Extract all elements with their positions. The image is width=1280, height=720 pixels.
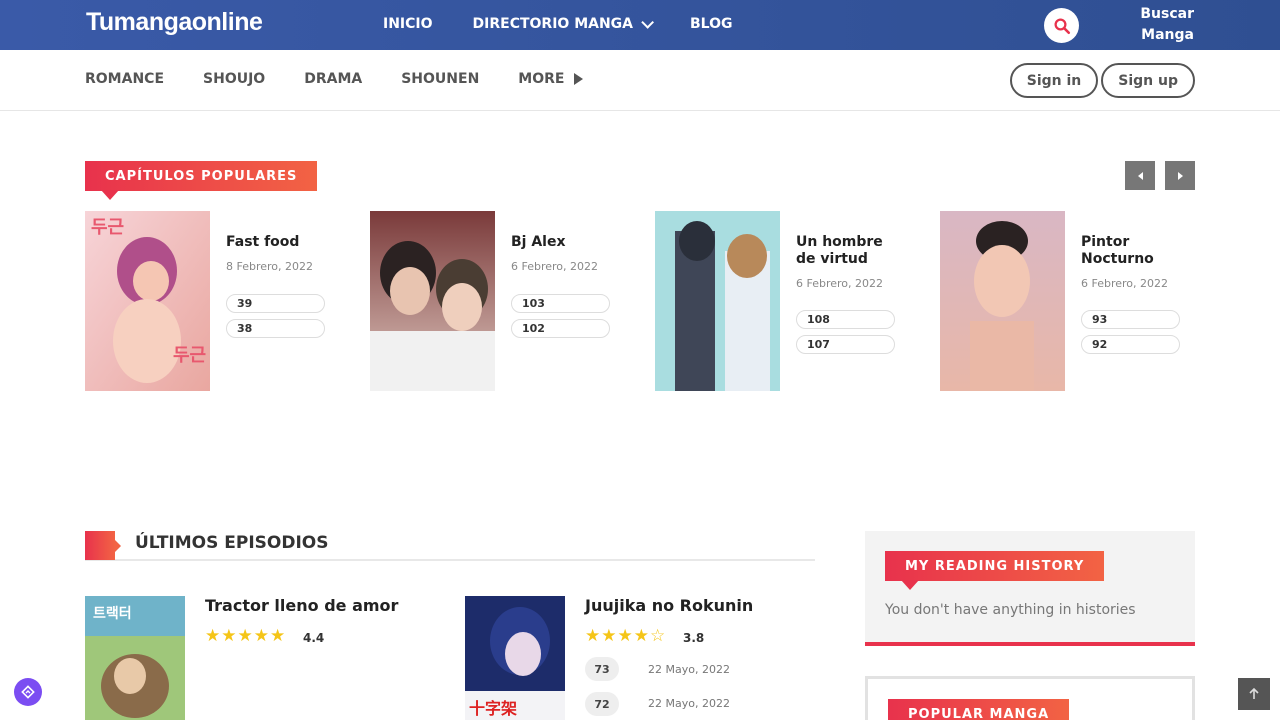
category-shounen[interactable]: SHOUNEN bbox=[401, 71, 479, 87]
chapter-link[interactable]: 38 bbox=[226, 319, 325, 338]
star-rating-icon: ★★★★☆ bbox=[585, 626, 667, 646]
auth-buttons: Sign in Sign up bbox=[1009, 63, 1195, 98]
arrow-left-icon bbox=[1137, 171, 1143, 180]
popular-card: Bj Alex 6 Febrero, 2022 103 102 bbox=[370, 211, 640, 391]
svg-text:트랙터: 트랙터 bbox=[93, 605, 132, 622]
manga-thumbnail[interactable]: 十字架 bbox=[465, 596, 565, 720]
caret-right-icon bbox=[574, 73, 584, 85]
manga-cover[interactable] bbox=[370, 211, 495, 391]
episode-title[interactable]: Juujika no Rokunin bbox=[585, 596, 753, 615]
rating-value: 4.4 bbox=[303, 631, 325, 645]
popular-manga-widget: POPULAR MANGA bbox=[865, 676, 1195, 720]
latest-episodes-heading: ÚLTIMOS EPISODIOS bbox=[135, 533, 329, 553]
manga-date: 6 Febrero, 2022 bbox=[511, 260, 599, 273]
carousel-prev-button[interactable] bbox=[1125, 161, 1155, 190]
svg-text:두근: 두근 bbox=[173, 345, 206, 366]
svg-text:두근: 두근 bbox=[91, 217, 124, 238]
manga-thumbnail[interactable]: 트랙터 bbox=[85, 596, 185, 720]
nav-label: BLOG bbox=[690, 16, 733, 32]
more-label: MORE bbox=[518, 71, 565, 87]
popular-chapters-heading: CAPÍTULOS POPULARES bbox=[85, 161, 318, 200]
category-bar: ROMANCE SHOUJO DRAMA SHOUNEN MORE Sign i… bbox=[0, 50, 1280, 111]
episode-date: 22 Mayo, 2022 bbox=[648, 663, 730, 676]
sign-in-button[interactable]: Sign in bbox=[1009, 63, 1099, 98]
episode-title[interactable]: Tractor lleno de amor bbox=[205, 596, 398, 615]
nav-label: INICIO bbox=[383, 16, 433, 32]
diamond-arrow-icon bbox=[21, 685, 35, 699]
chapter-link[interactable]: 93 bbox=[1081, 310, 1180, 329]
reading-history-heading: MY READING HISTORY bbox=[885, 551, 1105, 590]
category-romance[interactable]: ROMANCE bbox=[85, 71, 164, 87]
nav-label: DIRECTORIO MANGA bbox=[472, 16, 634, 32]
episode-number[interactable]: 73 bbox=[585, 657, 619, 681]
chapter-link[interactable]: 103 bbox=[511, 294, 610, 313]
nav-blog[interactable]: BLOG bbox=[690, 16, 733, 32]
nav-inicio[interactable]: INICIO bbox=[383, 16, 433, 32]
sign-up-button[interactable]: Sign up bbox=[1101, 63, 1195, 98]
search-label[interactable]: Buscar Manga bbox=[1124, 4, 1194, 46]
history-empty-message: You don't have anything in histories bbox=[885, 602, 1136, 618]
latest-episodes-header: ÚLTIMOS EPISODIOS bbox=[85, 531, 815, 561]
manga-date: 6 Febrero, 2022 bbox=[796, 277, 884, 290]
star-rating-icon: ★★★★★ bbox=[205, 626, 287, 646]
popular-card: Un hombre de virtud 6 Febrero, 2022 108 … bbox=[655, 211, 925, 391]
category-shoujo[interactable]: SHOUJO bbox=[203, 71, 265, 87]
chapter-link[interactable]: 107 bbox=[796, 335, 895, 354]
episode-item: 十字架 Juujika no Rokunin ★★★★☆ 3.8 73 22 M… bbox=[465, 596, 815, 720]
back-to-top-button[interactable] bbox=[1238, 678, 1270, 710]
popular-card: Pintor Nocturno 6 Febrero, 2022 93 92 bbox=[940, 211, 1210, 391]
section-marker bbox=[85, 531, 121, 560]
chapter-link[interactable]: 92 bbox=[1081, 335, 1180, 354]
manga-title[interactable]: Pintor Nocturno bbox=[1081, 234, 1191, 268]
top-header: Tumangaonline INICIO DIRECTORIO MANGA BL… bbox=[0, 0, 1280, 50]
manga-title[interactable]: Un hombre de virtud bbox=[796, 234, 906, 268]
svg-text:十字架: 十字架 bbox=[469, 699, 517, 718]
chapter-link[interactable]: 39 bbox=[226, 294, 325, 313]
manga-date: 6 Febrero, 2022 bbox=[1081, 277, 1169, 290]
manga-cover[interactable] bbox=[940, 211, 1065, 391]
reading-history-widget: MY READING HISTORY You don't have anythi… bbox=[865, 531, 1195, 646]
site-logo[interactable]: Tumangaonline bbox=[86, 8, 263, 37]
main-nav: INICIO DIRECTORIO MANGA BLOG bbox=[383, 15, 773, 32]
arrow-right-icon bbox=[1177, 171, 1183, 180]
arrow-up-icon bbox=[1249, 687, 1259, 699]
chapter-link[interactable]: 102 bbox=[511, 319, 610, 338]
popular-manga-heading: POPULAR MANGA bbox=[888, 699, 1070, 720]
search-icon bbox=[1054, 18, 1070, 34]
episode-number[interactable]: 72 bbox=[585, 692, 619, 716]
manga-cover[interactable] bbox=[655, 211, 780, 391]
popular-card: 두근 두근 Fast food 8 Febrero, 2022 39 38 bbox=[85, 211, 355, 391]
chevron-down-icon bbox=[641, 15, 655, 29]
category-nav: ROMANCE SHOUJO DRAMA SHOUNEN MORE bbox=[85, 71, 622, 87]
carousel-controls bbox=[1125, 161, 1195, 190]
carousel-next-button[interactable] bbox=[1165, 161, 1195, 190]
category-drama[interactable]: DRAMA bbox=[304, 71, 362, 87]
rating-value: 3.8 bbox=[683, 631, 705, 645]
manga-title[interactable]: Fast food bbox=[226, 234, 336, 251]
search-button[interactable] bbox=[1044, 8, 1079, 43]
nav-directorio-manga[interactable]: DIRECTORIO MANGA bbox=[472, 15, 655, 32]
manga-title[interactable]: Bj Alex bbox=[511, 234, 621, 251]
category-more[interactable]: MORE bbox=[518, 71, 584, 87]
manga-cover[interactable]: 두근 두근 bbox=[85, 211, 210, 391]
manga-date: 8 Febrero, 2022 bbox=[226, 260, 314, 273]
episode-item: 트랙터 Tractor lleno de amor ★★★★★ 4.4 bbox=[85, 596, 435, 720]
chapter-link[interactable]: 108 bbox=[796, 310, 895, 329]
floating-action-button[interactable] bbox=[14, 678, 42, 706]
episode-date: 22 Mayo, 2022 bbox=[648, 697, 730, 710]
